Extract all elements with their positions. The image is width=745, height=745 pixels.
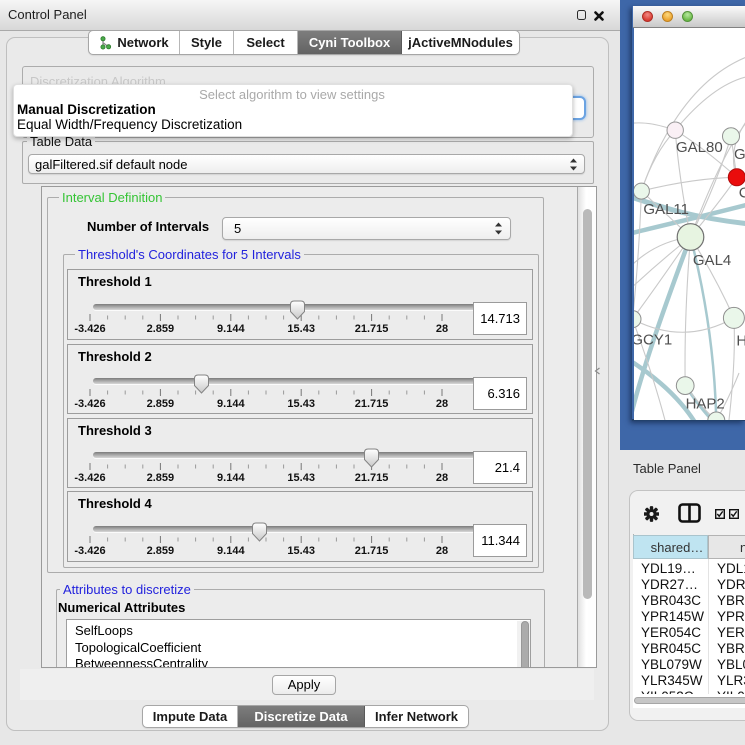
svg-text:GAL11: GAL11	[643, 201, 689, 218]
svg-text:GAL80: GAL80	[676, 139, 723, 156]
svg-text:H: H	[736, 332, 745, 349]
svg-text:GCY1: GCY1	[634, 331, 672, 348]
svg-text:GAL4: GAL4	[693, 251, 731, 268]
svg-text:C: C	[739, 184, 745, 201]
svg-text:HAP2: HAP2	[686, 395, 725, 412]
svg-text:GA: GA	[734, 146, 745, 163]
